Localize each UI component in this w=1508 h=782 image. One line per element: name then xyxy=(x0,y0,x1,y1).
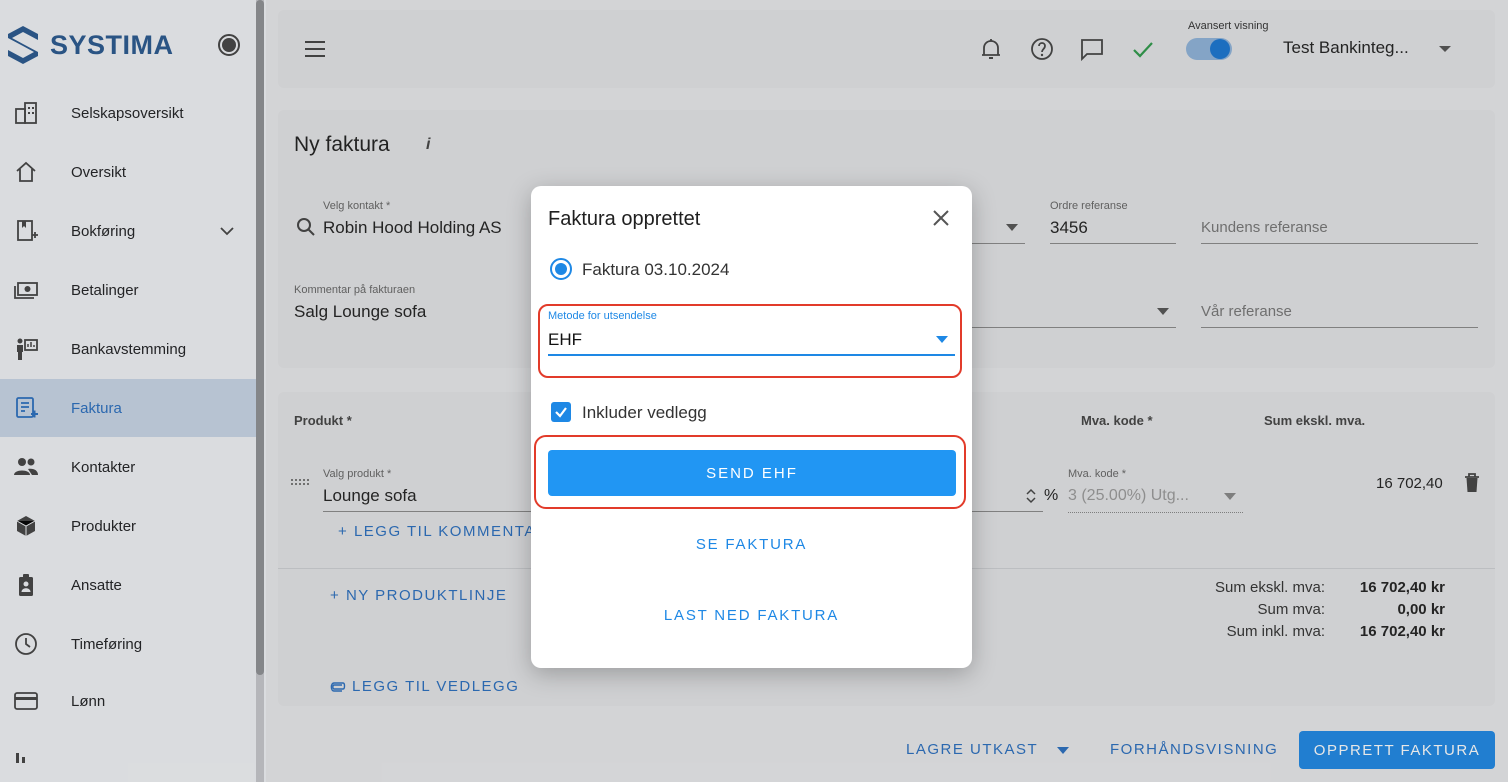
include-attachment-checkbox[interactable] xyxy=(551,402,571,422)
view-invoice-button[interactable]: SE FAKTURA xyxy=(531,536,972,553)
download-invoice-button[interactable]: LAST NED FAKTURA xyxy=(531,607,972,624)
method-select[interactable]: EHF xyxy=(548,330,582,350)
caret-down-icon[interactable] xyxy=(936,336,948,344)
send-ehf-button[interactable]: SEND EHF xyxy=(548,450,956,496)
method-select-label: Metode for utsendelse xyxy=(548,310,657,322)
include-attachment-label: Inkluder vedlegg xyxy=(582,403,707,422)
invoice-radio[interactable] xyxy=(550,258,572,280)
checkmark-icon xyxy=(555,407,567,418)
invoice-created-dialog: Faktura opprettet Faktura 03.10.2024 Met… xyxy=(531,186,972,668)
method-select-underline xyxy=(548,354,955,356)
invoice-radio-label: Faktura 03.10.2024 xyxy=(582,260,730,279)
dialog-title: Faktura opprettet xyxy=(548,208,701,230)
close-icon[interactable] xyxy=(929,206,953,230)
